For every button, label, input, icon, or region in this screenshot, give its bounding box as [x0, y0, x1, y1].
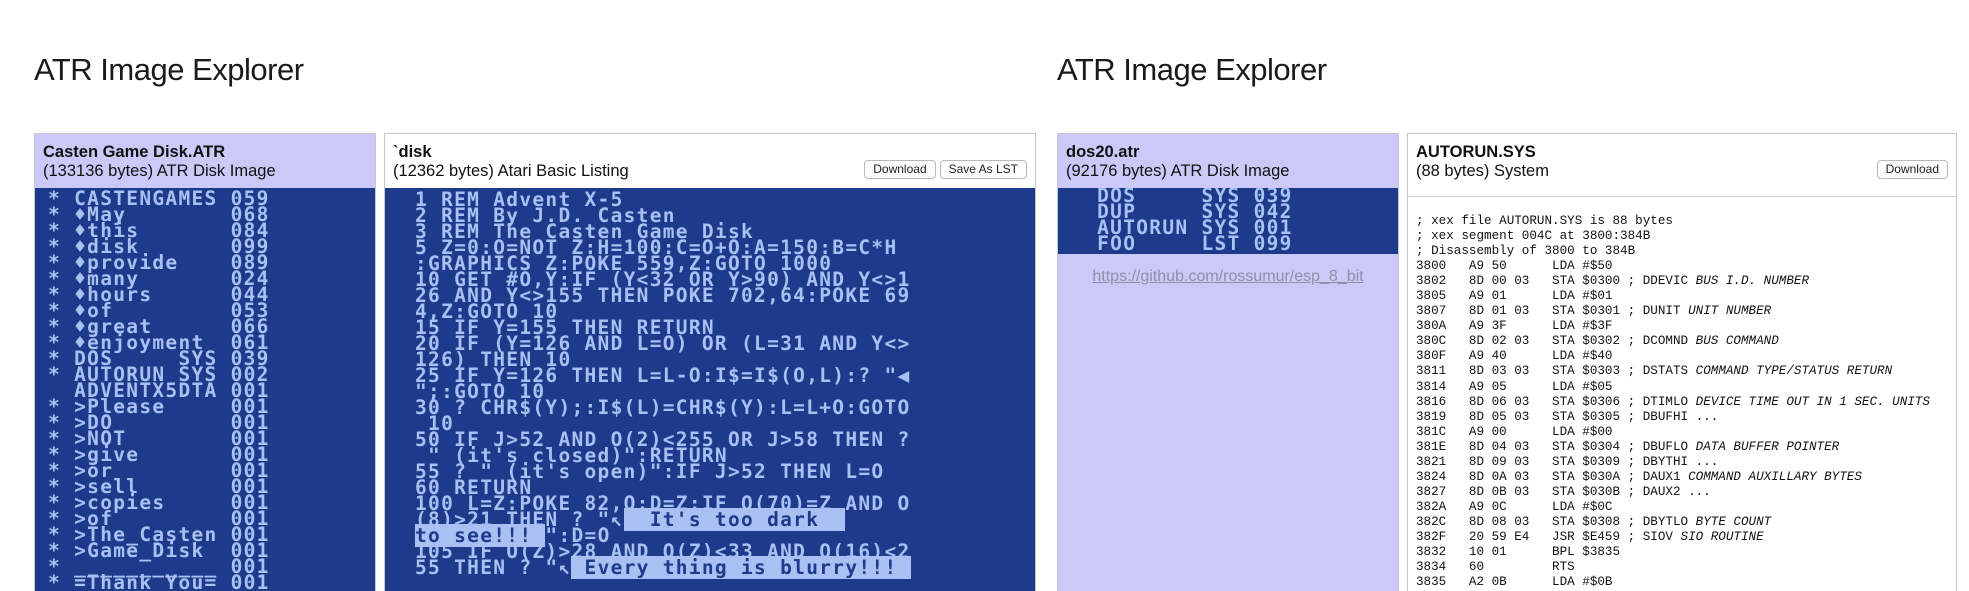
disasm-line: 3814 A9 05 LDA #$05: [1416, 380, 1956, 395]
disasm-code: 382C 8D 08 03 STA $0308 ; DBYTLO: [1416, 514, 1696, 529]
file-panel-header: AUTORUN.SYS (88 bytes) System Download: [1408, 134, 1956, 188]
file-name: AUTORUN.SYS: [1416, 143, 1536, 161]
disasm-code: 3807 8D 01 03 STA $0301 ; DUNIT: [1416, 304, 1689, 319]
disasm-line: 381E 8D 04 03 STA $0304 ; DBUFLO DATA BU…: [1416, 440, 1956, 455]
image-panel: dos20.atr (92176 bytes) ATR Disk Image D…: [1057, 133, 1399, 591]
image-name: dos20.atr: [1066, 143, 1140, 161]
image-panel-header: Casten Game Disk.ATR (133136 bytes) ATR …: [35, 134, 375, 188]
download-button[interactable]: Download: [1876, 160, 1948, 179]
disasm-comment: DEVICE TIME OUT IN 1 SEC. UNITS: [1695, 394, 1930, 409]
disasm-line: 382A A9 0C LDA #$0C: [1416, 500, 1956, 515]
disasm-code: 3834 60 RTS: [1416, 560, 1575, 575]
disasm-code: 3814 A9 05 LDA #$05: [1416, 379, 1613, 394]
image-panel: Casten Game Disk.ATR (133136 bytes) ATR …: [34, 133, 376, 591]
disasm-line: 3805 A9 01 LDA #$01: [1416, 289, 1956, 304]
image-info: (92176 bytes) ATR Disk Image: [1066, 162, 1290, 180]
inverse-text: Every thing is blurry!!!: [571, 556, 911, 579]
disasm-line: 3800 A9 50 LDA #$50: [1416, 259, 1956, 274]
disasm-code: 3832 10 01 BPL $3835: [1416, 545, 1621, 560]
inverse-text: It's too dark: [623, 508, 846, 531]
disk-directory-listing: DOS SYS 039 DUP SYS 042 AUTORUN SYS 001 …: [1058, 188, 1398, 254]
disasm-code: 381C A9 00 LDA #$00: [1416, 424, 1613, 439]
file-panel: `disk (12362 bytes) Atari Basic Listing …: [384, 133, 1036, 591]
disasm-code: 3802 8D 00 03 STA $0300 ; DDEVIC: [1416, 274, 1696, 289]
disasm-line: 3811 8D 03 03 STA $0303 ; DSTATS COMMAND…: [1416, 364, 1956, 379]
disasm-code: 3835 A2 0B LDA #$0B: [1416, 575, 1613, 590]
disasm-line: 380C 8D 02 03 STA $0302 ; DCOMND BUS COM…: [1416, 334, 1956, 349]
disasm-code: 382A A9 0C LDA #$0C: [1416, 499, 1613, 514]
save-as-lst-button[interactable]: Save As LST: [939, 160, 1027, 179]
page-title: ATR Image Explorer: [34, 52, 304, 87]
disasm-comment: COMMAND AUXILLARY BYTES: [1688, 469, 1862, 484]
image-name: Casten Game Disk.ATR: [43, 143, 226, 161]
disk-directory-listing: * CASTENGAMES 059 * ♦May 068 * ♦this 084…: [35, 188, 375, 591]
file-panel-header: `disk (12362 bytes) Atari Basic Listing …: [385, 134, 1035, 188]
disasm-header-line: ; xex segment 004C at 3800:384B: [1416, 229, 1651, 244]
disasm-code: 3821 8D 09 03 STA $0309 ; DBYTHI ...: [1416, 454, 1719, 469]
disasm-code: 380C 8D 02 03 STA $0302 ; DCOMND: [1416, 334, 1696, 349]
disasm-code: 3816 8D 06 03 STA $0306 ; DTIMLO: [1416, 394, 1696, 409]
download-button[interactable]: Download: [864, 160, 936, 179]
disasm-line: 381C A9 00 LDA #$00: [1416, 425, 1956, 440]
disasm-comment: BUS I.D. NUMBER: [1695, 274, 1810, 289]
disasm-code: 3805 A9 01 LDA #$01: [1416, 289, 1613, 304]
disasm-line: 3807 8D 01 03 STA $0301 ; DUNIT UNIT NUM…: [1416, 304, 1956, 319]
disasm-line: 3821 8D 09 03 STA $0309 ; DBYTHI ...: [1416, 455, 1956, 470]
disasm-comment: BYTE COUNT: [1695, 514, 1772, 529]
disasm-comment: DATA BUFFER POINTER: [1695, 439, 1840, 454]
disasm-code: 381E 8D 04 03 STA $0304 ; DBUFLO: [1416, 439, 1696, 454]
disasm-code: 3819 8D 05 03 STA $0305 ; DBUFHI ...: [1416, 409, 1719, 424]
listing-text: 55 THEN ? "↖: [415, 556, 572, 579]
disasm-code: 380F A9 40 LDA #$40: [1416, 349, 1613, 364]
image-panel-header: dos20.atr (92176 bytes) ATR Disk Image: [1058, 134, 1398, 188]
disasm-comment: COMMAND TYPE/STATUS RETURN: [1695, 364, 1893, 379]
disasm-line: 3834 60 RTS: [1416, 560, 1956, 575]
disasm-code: 3824 8D 0A 03 STA $030A ; DAUX1: [1416, 469, 1689, 484]
disasm-line: 3802 8D 00 03 STA $0300 ; DDEVIC BUS I.D…: [1416, 274, 1956, 289]
disasm-line: 380F A9 40 LDA #$40: [1416, 349, 1956, 364]
listing-line: 55 THEN ? "↖ Every thing is blurry!!!: [415, 556, 1035, 579]
disasm-code: 380A A9 3F LDA #$3F: [1416, 319, 1613, 334]
disasm-line: 3835 A2 0B LDA #$0B: [1416, 575, 1956, 590]
disasm-code: 382F 20 59 E4 JSR $E459 ; SIOV: [1416, 529, 1681, 544]
disasm-code: 3811 8D 03 03 STA $0303 ; DSTATS: [1416, 364, 1696, 379]
disasm-line: 382C 8D 08 03 STA $0308 ; DBYTLO BYTE CO…: [1416, 515, 1956, 530]
disasm-line: 3832 10 01 BPL $3835: [1416, 545, 1956, 560]
disasm-comment: BUS COMMAND: [1695, 334, 1779, 349]
disasm-line: 380A A9 3F LDA #$3F: [1416, 319, 1956, 334]
disasm-header-line: ; Disassembly of 3800 to 384B: [1416, 244, 1636, 259]
github-link[interactable]: https://github.com/rossumur/esp_8_bit: [1058, 268, 1398, 286]
disasm-code: 3800 A9 50 LDA #$50: [1416, 259, 1613, 274]
disasm-line: 382F 20 59 E4 JSR $E459 ; SIOV SIO ROUTI…: [1416, 530, 1956, 545]
disasm-comment: SIO ROUTINE: [1680, 529, 1764, 544]
basic-listing: 1 REM Advent X-5 2 REM By J.D. Casten 3 RE…: [385, 188, 1035, 591]
file-info: (88 bytes) System: [1416, 162, 1549, 180]
listing-line: 30 ? CHR$(Y);:I$(L)=CHR$(Y):L=L+O:GOTO: [415, 396, 911, 419]
page-title: ATR Image Explorer: [1057, 52, 1327, 87]
disassembly-view: ; xex file AUTORUN.SYS is 88 bytes; xex …: [1408, 196, 1956, 591]
directory-entry[interactable]: FOO LST 099: [1058, 234, 1398, 254]
disasm-line: 3824 8D 0A 03 STA $030A ; DAUX1 COMMAND …: [1416, 470, 1956, 485]
disasm-comment: UNIT NUMBER: [1688, 304, 1772, 319]
disasm-line: 3816 8D 06 03 STA $0306 ; DTIMLO DEVICE …: [1416, 395, 1956, 410]
directory-entry[interactable]: * =Thank_You= 001: [35, 573, 375, 591]
file-panel: AUTORUN.SYS (88 bytes) System Download ;…: [1407, 133, 1957, 591]
disasm-line: 3819 8D 05 03 STA $0305 ; DBUFHI ...: [1416, 410, 1956, 425]
disasm-header-line: ; xex file AUTORUN.SYS is 88 bytes: [1416, 214, 1673, 228]
image-info: (133136 bytes) ATR Disk Image: [43, 162, 276, 180]
disasm-code: 3827 8D 0B 03 STA $030B ; DAUX2 ...: [1416, 484, 1711, 499]
disasm-line: 3827 8D 0B 03 STA $030B ; DAUX2 ...: [1416, 485, 1956, 500]
